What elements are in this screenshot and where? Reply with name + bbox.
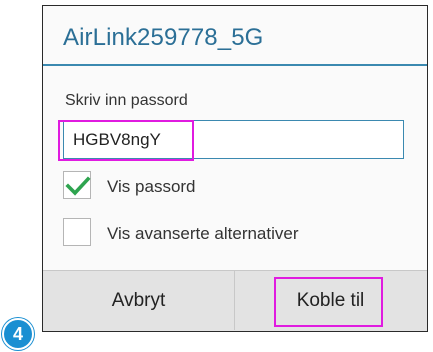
password-field[interactable]: HGBV8ngY (63, 120, 404, 159)
dialog-title-bar: AirLink259778_5G (43, 6, 427, 66)
show-password-checkbox[interactable] (63, 171, 91, 199)
password-label: Skriv inn passord (65, 92, 188, 109)
connect-button[interactable]: Koble til (235, 271, 426, 330)
password-value: HGBV8ngY (73, 130, 161, 149)
advanced-options-checkbox[interactable] (63, 218, 91, 246)
dialog-button-bar: Avbryt Koble til (43, 270, 427, 331)
show-password-label: Vis passord (107, 177, 196, 196)
dialog-title: AirLink259778_5G (63, 24, 264, 51)
advanced-options-option[interactable]: Vis avanserte alternativer (63, 218, 403, 254)
show-password-option[interactable]: Vis passord (63, 171, 403, 207)
checkmark-icon (65, 176, 91, 196)
cancel-button[interactable]: Avbryt (43, 271, 235, 330)
step-number-badge: 4 (2, 318, 34, 350)
advanced-options-label: Vis avanserte alternativer (107, 224, 299, 243)
wifi-connect-dialog: AirLink259778_5G Skriv inn passord HGBV8… (42, 5, 428, 332)
